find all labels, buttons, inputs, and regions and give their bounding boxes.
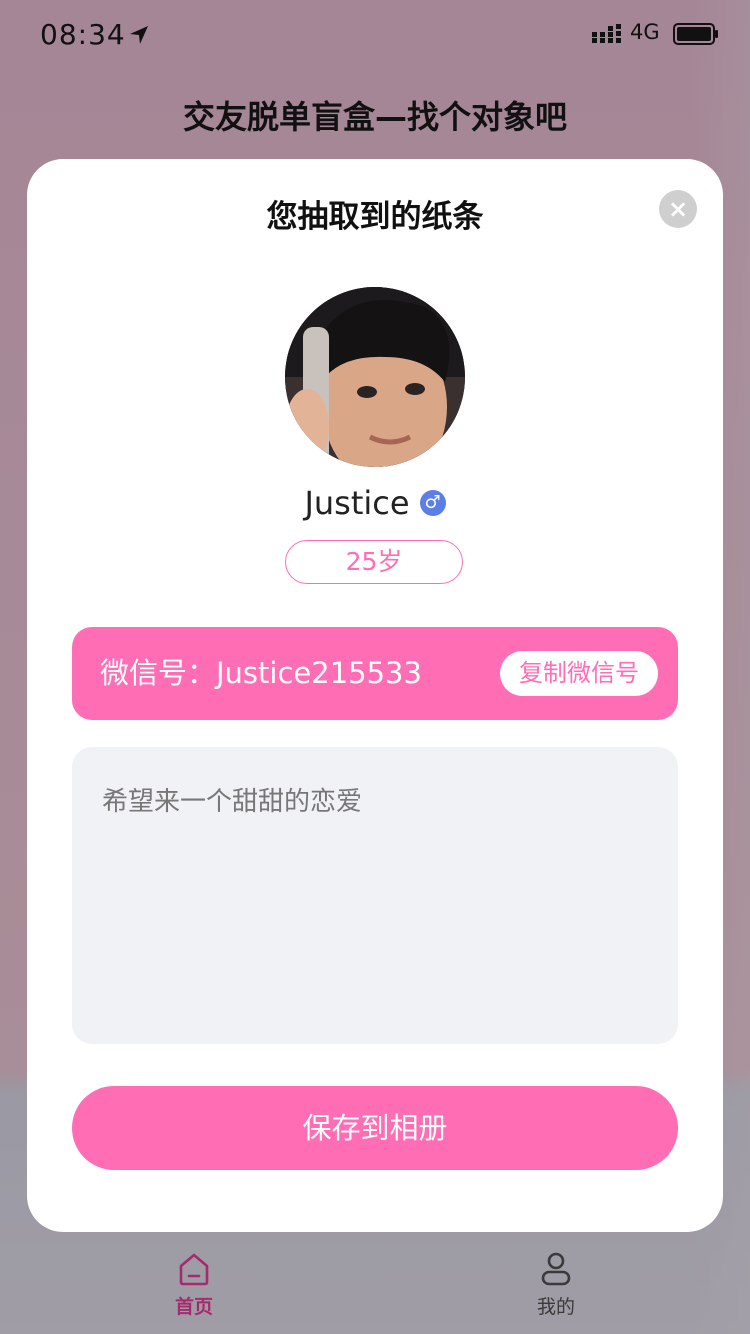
male-gender-icon: ♂ [419,490,446,516]
tab-home[interactable]: 首页 [119,1234,269,1334]
close-button[interactable]: × [659,190,697,228]
profile-name-row: Justice ♂ [27,484,723,522]
modal-title: 您抽取到的纸条 [266,199,484,235]
wechat-id: 微信号：Justice215533 [100,656,422,690]
wechat-bar: 微信号：Justice215533 复制微信号 [72,627,678,720]
tab-mine[interactable]: 我的 [481,1234,631,1334]
status-bar: 08:34 4G [0,0,750,70]
user-icon [541,1252,571,1286]
tab-home-label: 首页 [174,1296,213,1318]
note-modal: 您抽取到的纸条 × Justice ♂ 25岁 微信号：Justice215533… [27,159,723,1232]
age-badge: 25岁 [285,540,463,584]
network-type: 4G [630,20,660,44]
location-arrow-icon [130,26,148,44]
battery-icon [673,23,718,45]
signal-icon [592,24,621,43]
page-title: 交友脱单盲盒—找个对象吧 [182,98,567,136]
profile-name: Justice [304,484,410,522]
avatar [285,287,465,467]
message-box: 希望来一个甜甜的恋爱 [72,747,678,1044]
status-time: 08:34 [40,18,126,51]
tab-mine-label: 我的 [536,1296,575,1318]
home-icon [179,1253,209,1286]
avatar-photo [285,287,465,467]
save-to-album-button[interactable]: 保存到相册 [72,1086,678,1170]
tab-bar: 首页 我的 [0,1234,750,1334]
message-text: 希望来一个甜甜的恋爱 [102,787,363,817]
copy-wechat-button[interactable]: 复制微信号 [500,651,658,696]
